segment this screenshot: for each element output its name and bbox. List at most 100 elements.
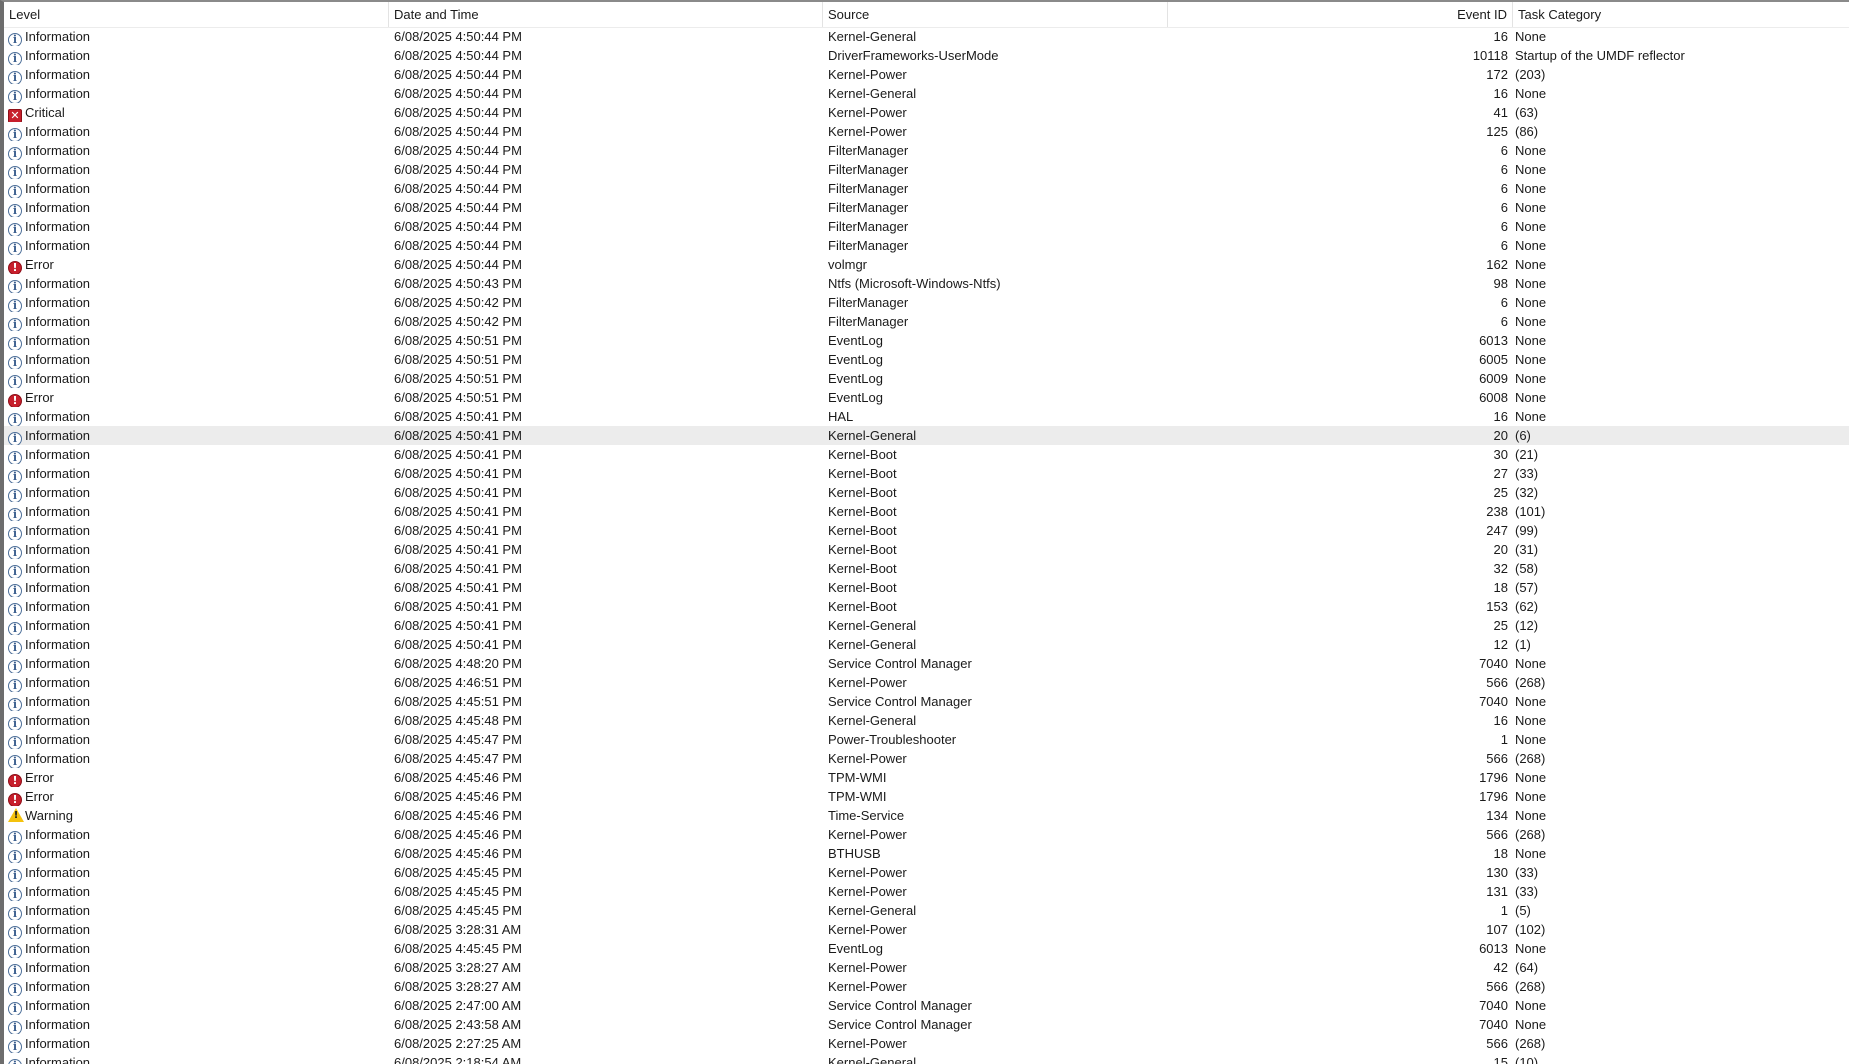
event-source-cell: Kernel-Power (828, 67, 907, 82)
event-row[interactable]: Information 6/08/2025 4:45:51 PM Service C… (4, 692, 1849, 711)
event-row[interactable]: Information 6/08/2025 4:50:44 PM FilterMan… (4, 141, 1849, 160)
event-level-cell: Information (8, 882, 388, 901)
event-row[interactable]: Information 6/08/2025 3:28:27 AM Kernel-Po… (4, 958, 1849, 977)
event-row[interactable]: Warning 6/08/2025 4:45:46 PM Time-Service 1… (4, 806, 1849, 825)
information-icon (8, 584, 22, 597)
event-source-cell: Kernel-Boot (828, 504, 897, 519)
event-date-cell: 6/08/2025 4:50:41 PM (394, 504, 522, 519)
event-row[interactable]: Information 6/08/2025 4:45:45 PM Kernel-Po… (4, 863, 1849, 882)
event-row[interactable]: Information 6/08/2025 4:50:44 PM FilterMan… (4, 160, 1849, 179)
event-row[interactable]: Information 6/08/2025 4:50:41 PM Kernel-Bo… (4, 483, 1849, 502)
event-row[interactable]: Information 6/08/2025 4:50:41 PM Kernel-Bo… (4, 540, 1849, 559)
event-row[interactable]: Information 6/08/2025 4:50:41 PM Kernel-Ge… (4, 616, 1849, 635)
event-row[interactable]: Information 6/08/2025 4:50:44 PM Kernel-Ge… (4, 84, 1849, 103)
event-row[interactable]: Information 6/08/2025 4:50:43 PM Ntfs (Mic… (4, 274, 1849, 293)
event-row[interactable]: Information 6/08/2025 4:50:51 PM EventLog 6… (4, 350, 1849, 369)
event-row[interactable]: Information 6/08/2025 4:45:45 PM EventLog 6… (4, 939, 1849, 958)
information-icon (8, 1021, 22, 1034)
event-row[interactable]: Information 6/08/2025 4:50:44 PM Kernel-Po… (4, 65, 1849, 84)
column-header-level[interactable]: Level (4, 2, 389, 27)
event-category-cell: (1) (1515, 637, 1531, 652)
event-row[interactable]: Information 6/08/2025 4:45:46 PM BTHUSB 18 N… (4, 844, 1849, 863)
event-row[interactable]: Error 6/08/2025 4:45:46 PM TPM-WMI 1796 None (4, 787, 1849, 806)
event-id-cell: 6 (1500, 200, 1508, 215)
event-row[interactable]: Information 6/08/2025 4:45:45 PM Kernel-Ge… (4, 901, 1849, 920)
event-row[interactable]: Information 6/08/2025 4:50:41 PM Kernel-Bo… (4, 578, 1849, 597)
event-row[interactable]: Information 6/08/2025 4:50:41 PM Kernel-Bo… (4, 464, 1849, 483)
event-row[interactable]: Information 6/08/2025 4:50:51 PM EventLog 6… (4, 331, 1849, 350)
event-row[interactable]: Critical 6/08/2025 4:50:44 PM Kernel-Power… (4, 103, 1849, 122)
event-row[interactable]: Information 6/08/2025 4:45:47 PM Kernel-Po… (4, 749, 1849, 768)
event-row[interactable]: Information 6/08/2025 4:50:44 PM DriverFra… (4, 46, 1849, 65)
event-level-cell: Information (8, 901, 388, 920)
event-category-cell: None (1515, 162, 1547, 177)
event-category-cell: (32) (1515, 485, 1539, 500)
event-level-label: Information (25, 865, 91, 880)
event-category-cell: (6) (1515, 428, 1531, 443)
event-id-cell: 1 (1500, 903, 1508, 918)
event-date-cell: 6/08/2025 4:48:20 PM (394, 656, 522, 671)
event-row[interactable]: Information 6/08/2025 4:50:44 PM FilterMan… (4, 217, 1849, 236)
event-category-cell: None (1515, 86, 1547, 101)
event-row[interactable]: Error 6/08/2025 4:50:51 PM EventLog 6008 Non… (4, 388, 1849, 407)
event-row[interactable]: Information 6/08/2025 3:28:31 AM Kernel-Po… (4, 920, 1849, 939)
information-icon (8, 90, 22, 103)
event-row[interactable]: Information 6/08/2025 4:50:41 PM Kernel-Bo… (4, 445, 1849, 464)
event-row[interactable]: Information 6/08/2025 4:45:48 PM Kernel-Ge… (4, 711, 1849, 730)
event-row[interactable]: Information 6/08/2025 2:27:25 AM Kernel-Po… (4, 1034, 1849, 1053)
event-row[interactable]: Information 6/08/2025 4:45:46 PM Kernel-Po… (4, 825, 1849, 844)
event-row[interactable]: Information 6/08/2025 4:50:51 PM EventLog 6… (4, 369, 1849, 388)
event-id-cell: 7040 (1479, 1017, 1508, 1032)
event-id-cell: 566 (1486, 979, 1508, 994)
event-row[interactable]: Information 6/08/2025 4:50:44 PM FilterMan… (4, 198, 1849, 217)
event-id-cell: 16 (1493, 29, 1508, 44)
event-level-label: Information (25, 447, 91, 462)
event-id-cell: 6005 (1479, 352, 1508, 367)
event-level-cell: Information (8, 217, 388, 236)
event-row[interactable]: Error 6/08/2025 4:45:46 PM TPM-WMI 1796 None (4, 768, 1849, 787)
event-row[interactable]: Information 6/08/2025 4:48:20 PM Service C… (4, 654, 1849, 673)
event-row[interactable]: Information 6/08/2025 4:50:41 PM Kernel-Bo… (4, 559, 1849, 578)
event-source-cell: Kernel-Power (828, 979, 907, 994)
column-header-task-category[interactable]: Task Category (1513, 2, 1849, 27)
event-row[interactable]: Information 6/08/2025 4:50:42 PM FilterMan… (4, 293, 1849, 312)
event-level-cell: Information (8, 426, 388, 445)
event-row[interactable]: Information 6/08/2025 2:18:54 AM Kernel-Ge… (4, 1053, 1849, 1064)
event-row[interactable]: Information 6/08/2025 4:46:51 PM Kernel-Po… (4, 673, 1849, 692)
event-row[interactable]: Information 6/08/2025 4:45:47 PM Power-Tro… (4, 730, 1849, 749)
event-category-cell: (99) (1515, 523, 1539, 538)
event-category-cell: None (1515, 1017, 1547, 1032)
column-header-event-id[interactable]: Event ID (1168, 2, 1513, 27)
column-header-date[interactable]: Date and Time (389, 2, 823, 27)
event-row[interactable]: Information 6/08/2025 4:50:41 PM HAL 16 None (4, 407, 1849, 426)
column-header-source[interactable]: Source (823, 2, 1168, 27)
event-row[interactable]: Information 6/08/2025 4:45:45 PM Kernel-Po… (4, 882, 1849, 901)
event-row[interactable]: Information 6/08/2025 4:50:41 PM Kernel-Bo… (4, 521, 1849, 540)
event-level-cell: Error (8, 768, 388, 787)
event-row[interactable]: Information 6/08/2025 2:47:00 AM Service C… (4, 996, 1849, 1015)
event-row[interactable]: Information 6/08/2025 4:50:44 PM Kernel-Ge… (4, 27, 1849, 46)
event-row[interactable]: Information 6/08/2025 4:50:41 PM Kernel-Ge… (4, 635, 1849, 654)
event-row[interactable]: Information 6/08/2025 4:50:44 PM Kernel-Po… (4, 122, 1849, 141)
event-row[interactable]: Information 6/08/2025 4:50:41 PM Kernel-Ge… (4, 426, 1849, 445)
event-source-cell: Service Control Manager (828, 998, 972, 1013)
event-level-label: Information (25, 523, 91, 538)
event-row[interactable]: Information 6/08/2025 4:50:44 PM FilterMan… (4, 179, 1849, 198)
event-row[interactable]: Information 6/08/2025 2:43:58 AM Service C… (4, 1015, 1849, 1034)
event-row[interactable]: Information 6/08/2025 3:28:27 AM Kernel-Po… (4, 977, 1849, 996)
event-id-cell: 566 (1486, 751, 1508, 766)
event-date-cell: 6/08/2025 4:50:41 PM (394, 447, 522, 462)
event-source-cell: volmgr (828, 257, 868, 272)
event-row[interactable]: Information 6/08/2025 4:50:41 PM Kernel-Bo… (4, 502, 1849, 521)
event-row[interactable]: Information 6/08/2025 4:50:44 PM FilterMan… (4, 236, 1849, 255)
event-level-label: Information (25, 29, 91, 44)
event-row[interactable]: Information 6/08/2025 4:50:42 PM FilterMan… (4, 312, 1849, 331)
event-level-cell: Information (8, 464, 388, 483)
event-row[interactable]: Information 6/08/2025 4:50:41 PM Kernel-Bo… (4, 597, 1849, 616)
event-category-cell: (63) (1515, 105, 1539, 120)
event-row[interactable]: Error 6/08/2025 4:50:44 PM volmgr 162 None (4, 255, 1849, 274)
event-level-label: Information (25, 504, 91, 519)
event-date-cell: 6/08/2025 4:45:46 PM (394, 789, 522, 804)
event-level-cell: Information (8, 844, 388, 863)
event-id-cell: 6 (1500, 295, 1508, 310)
